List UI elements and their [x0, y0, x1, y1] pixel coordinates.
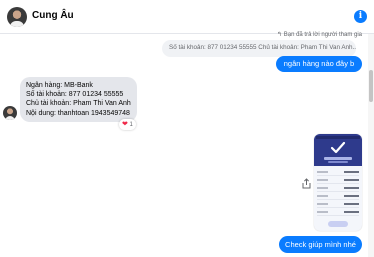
receipt-row — [317, 209, 359, 216]
message-line: Ngân hàng: MB-Bank — [26, 82, 93, 89]
share-icon[interactable] — [302, 178, 311, 189]
receipt-button — [328, 221, 348, 227]
incoming-message[interactable]: Ngân hàng: MB-Bank Số tài khoản: 877 012… — [20, 77, 137, 122]
heart-icon: ❤ — [122, 121, 128, 128]
checkmark-icon — [330, 141, 346, 154]
reaction-badge[interactable]: ❤ 1 — [119, 119, 136, 130]
message-line: Nội dung: thanhtoan 1943549748 — [26, 109, 130, 117]
reply-note: ↰ Bạn đã trả lời người tham gia — [277, 31, 362, 38]
receipt-row — [317, 193, 359, 200]
receipt-row — [317, 201, 359, 208]
scrollbar-thumb[interactable] — [369, 70, 373, 102]
scrollbar-track[interactable] — [368, 34, 374, 257]
receipt-row — [317, 185, 359, 192]
quoted-message[interactable]: Số tài khoản: 877 01234 55555 Chủ tài kh… — [162, 40, 356, 57]
receipt-subcaption — [328, 161, 348, 163]
sender-avatar[interactable] — [3, 106, 17, 120]
receipt-rows — [317, 169, 359, 217]
message-line: Chủ tài khoản: Pham Thi Van Anh — [26, 100, 131, 108]
info-icon[interactable]: i — [354, 10, 367, 23]
receipt-row — [317, 177, 359, 184]
receipt-status-bar — [316, 136, 360, 139]
outgoing-message[interactable]: ngân hàng nào đây b — [276, 56, 362, 72]
contact-avatar[interactable] — [7, 7, 27, 27]
transfer-receipt-image[interactable] — [314, 134, 362, 231]
reply-arrow-icon: ↰ — [277, 32, 283, 38]
message-line: Số tài khoản: 877 01234 55555 — [26, 91, 124, 99]
chat-header: Cung Âu i — [0, 0, 374, 34]
outgoing-message[interactable]: Check giúp mình nhé — [279, 236, 362, 253]
reply-note-text: Bạn đã trả lời người tham gia — [283, 32, 362, 38]
receipt-caption — [324, 157, 352, 160]
reaction-count: 1 — [129, 122, 133, 128]
receipt-row — [317, 169, 359, 176]
contact-name[interactable]: Cung Âu — [32, 10, 74, 21]
